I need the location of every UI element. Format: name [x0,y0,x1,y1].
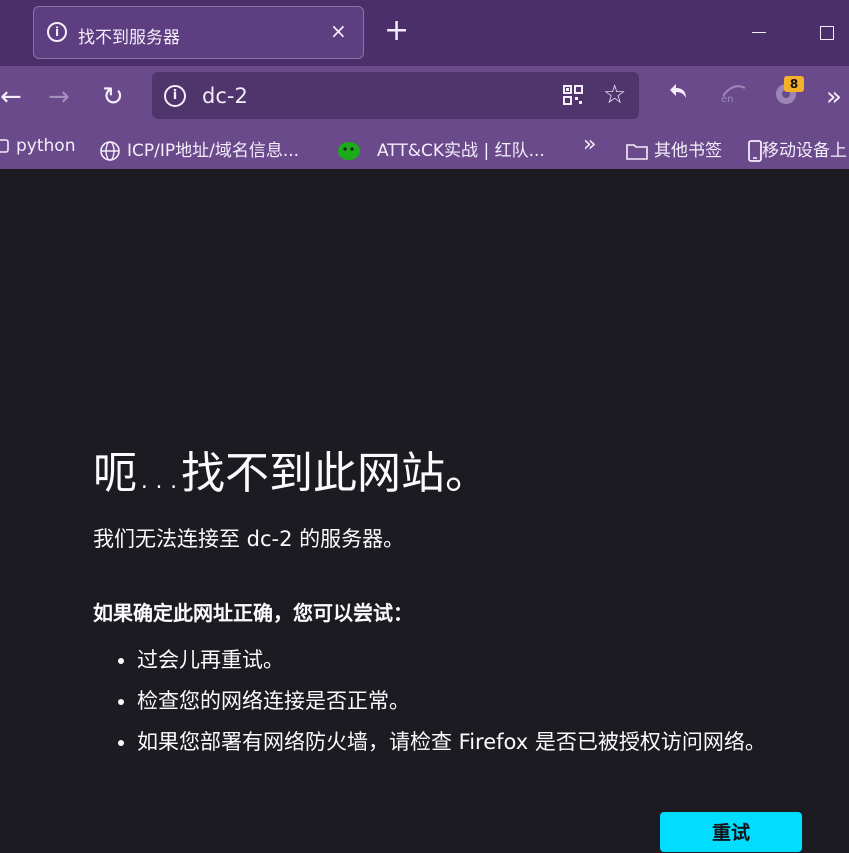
tab-title: 找不到服务器 [78,28,180,48]
bookmark-attck[interactable]: ATT&CK实战 | 红队... [337,136,545,162]
retry-button[interactable]: 重试 [660,812,802,852]
folder-icon [0,139,9,153]
tab-close-button[interactable]: × [330,21,347,41]
mobile-icon [748,140,762,162]
bookmark-label: 移动设备上 [762,141,847,161]
tab-strip: i 找不到服务器 × + [0,0,849,66]
overflow-menu-button[interactable]: » [826,82,842,112]
translate-extension-icon[interactable]: en [719,80,749,106]
suggestions-list: 过会儿再重试。 检查您的网络连接是否正常。 如果您部署有网络防火墙，请检查 Fi… [93,645,766,768]
bookmarks-overflow-button[interactable]: » [583,132,596,157]
bookmark-label: ATT&CK实战 | 红队... [377,141,545,161]
site-info-icon[interactable]: i [164,85,186,107]
url-bar[interactable]: i dc-2 ☆ [152,72,639,119]
info-icon: i [47,22,67,42]
reload-button[interactable]: ↻ [102,82,124,112]
error-page: 呃…找不到此网站。 我们无法连接至 dc-2 的服务器。 如果确定此网址正确，您… [0,169,849,852]
navigation-toolbar: ← → ↻ i dc-2 ☆ en 8 » [0,66,849,128]
bookmark-python[interactable]: python [0,136,75,156]
bookmark-label: python [16,136,76,156]
undo-icon[interactable] [666,80,690,104]
suggestions-heading: 如果确定此网址正确，您可以尝试： [93,601,413,625]
bookmark-icp[interactable]: ICP/IP地址/域名信息... [99,136,299,162]
bookmark-other[interactable]: 其他书签 [626,136,722,161]
list-item: 过会儿再重试。 [137,645,766,676]
back-button[interactable]: ← [0,82,22,112]
url-text[interactable]: dc-2 [202,84,248,108]
qr-code-icon[interactable] [563,85,583,105]
bookmark-mobile[interactable]: 移动设备上 [748,136,847,162]
list-item: 检查您的网络连接是否正常。 [137,686,766,717]
new-tab-button[interactable]: + [384,16,409,46]
tab-active[interactable]: i 找不到服务器 × [33,6,364,59]
globe-icon [100,141,120,161]
forward-button[interactable]: → [48,82,70,112]
error-subtitle: 我们无法连接至 dc-2 的服务器。 [93,527,405,551]
bookmark-star-icon[interactable]: ☆ [603,81,626,109]
bookmarks-toolbar: python ICP/IP地址/域名信息... ATT&CK实战 | 红队...… [0,128,849,169]
error-title: 呃…找不到此网站。 [93,448,489,499]
minimize-button[interactable] [752,32,766,33]
chevron-double-right-icon: » [583,132,597,157]
maximize-button[interactable] [820,26,834,40]
list-item: 如果您部署有网络防火墙，请检查 Firefox 是否已被授权访问网络。 [137,727,766,758]
bookmark-label: ICP/IP地址/域名信息... [127,141,300,161]
extension-badge: 8 [784,76,804,92]
wechat-icon [338,142,360,160]
bookmark-label: 其他书签 [654,141,722,161]
folder-icon [626,144,648,160]
